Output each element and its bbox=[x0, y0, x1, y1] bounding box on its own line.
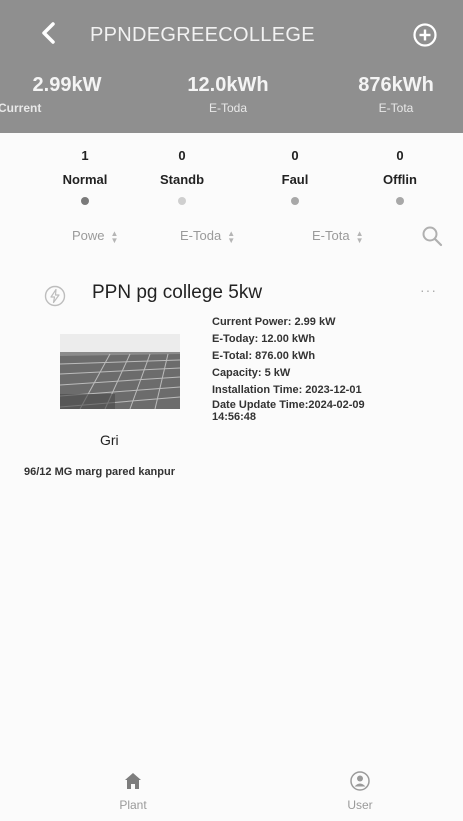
app-screen: PPNDEGREECOLLEGE 2.99kW Current 12.0kWh … bbox=[0, 0, 463, 821]
update-time-clock: 14:56:48 bbox=[212, 411, 257, 423]
energy-total-value: 876kWh bbox=[358, 74, 434, 96]
plant-details: Current Power: 2.99 kW E-Today: 12.00 kW… bbox=[212, 314, 365, 423]
energy-today-label: E-Toda bbox=[208, 101, 248, 115]
home-icon bbox=[122, 770, 144, 792]
sort-arrows-icon: ▲ ▼ bbox=[227, 228, 236, 245]
status-filter-normal[interactable]: 1 Normal bbox=[35, 148, 135, 205]
current-power-detail: Current Power: 2.99 kW bbox=[212, 316, 336, 328]
sort-arrows-icon: ▲ ▼ bbox=[110, 228, 119, 245]
user-icon bbox=[349, 770, 371, 792]
status-filter-standby[interactable]: 0 Standb bbox=[132, 148, 232, 205]
energy-today-stat: 12.0kWh E-Toda bbox=[168, 74, 288, 115]
energy-today-value: 12.0kWh bbox=[187, 74, 269, 96]
sort-energy-total[interactable]: E-Tota ▲ ▼ bbox=[312, 228, 364, 244]
status-dot-icon bbox=[396, 197, 404, 205]
sort-label: Powe bbox=[72, 228, 105, 243]
status-label: Standb bbox=[159, 172, 205, 187]
nav-label: Plant bbox=[119, 798, 147, 812]
status-dot-icon bbox=[178, 197, 186, 205]
nav-user[interactable]: User bbox=[320, 770, 400, 812]
plant-photo bbox=[60, 334, 180, 409]
current-power-value: 2.99kW bbox=[32, 74, 102, 96]
energy-today-detail: E-Today: 12.00 kWh bbox=[212, 333, 316, 345]
sort-arrows-icon: ▲ ▼ bbox=[355, 228, 364, 245]
status-count: 0 bbox=[396, 148, 404, 163]
page-title: PPNDEGREECOLLEGE bbox=[90, 24, 315, 46]
sort-power[interactable]: Powe ▲ ▼ bbox=[72, 228, 118, 244]
current-power-stat: 2.99kW Current bbox=[0, 74, 122, 115]
plant-address: 96/12 MG marg pared kanpur bbox=[24, 466, 175, 478]
plant-name: PPN pg college 5kw bbox=[92, 282, 263, 303]
current-power-label: Current bbox=[0, 101, 42, 115]
status-count: 0 bbox=[178, 148, 186, 163]
sort-energy-today[interactable]: E-Toda ▲ ▼ bbox=[180, 228, 235, 244]
nav-plant[interactable]: Plant bbox=[93, 770, 173, 812]
sort-label: E-Toda bbox=[180, 228, 222, 243]
add-plant-icon[interactable] bbox=[410, 20, 440, 50]
status-label: Faul bbox=[281, 172, 309, 187]
status-count: 1 bbox=[81, 148, 89, 163]
more-options-icon[interactable]: ··· bbox=[420, 282, 437, 298]
status-filter-fault[interactable]: 0 Faul bbox=[245, 148, 345, 205]
plant-card[interactable]: PPN pg college 5kw ··· Gri Current Power… bbox=[0, 270, 463, 485]
top-bar: PPNDEGREECOLLEGE bbox=[0, 0, 463, 70]
energy-total-label: E-Tota bbox=[378, 101, 414, 115]
capacity-detail: Capacity: 5 kW bbox=[212, 367, 291, 379]
status-dot-icon bbox=[291, 197, 299, 205]
header: PPNDEGREECOLLEGE 2.99kW Current 12.0kWh … bbox=[0, 0, 463, 133]
sort-label: E-Tota bbox=[312, 228, 350, 243]
status-dot-icon bbox=[81, 197, 89, 205]
status-label: Normal bbox=[62, 172, 108, 187]
lightning-icon bbox=[44, 285, 66, 307]
status-filter-offline[interactable]: 0 Offlin bbox=[350, 148, 450, 205]
back-icon[interactable] bbox=[35, 18, 63, 48]
search-icon[interactable] bbox=[420, 224, 444, 248]
summary-stats: 2.99kW Current 12.0kWh E-Toda 876kWh E-T… bbox=[0, 70, 463, 133]
grid-label: Gri bbox=[100, 432, 119, 448]
status-count: 0 bbox=[291, 148, 299, 163]
energy-total-stat: 876kWh E-Tota bbox=[336, 74, 456, 115]
status-label: Offlin bbox=[383, 172, 417, 187]
energy-total-detail: E-Total: 876.00 kWh bbox=[212, 350, 316, 362]
nav-label: User bbox=[347, 798, 373, 812]
installation-time-detail: Installation Time: 2023-12-01 bbox=[212, 384, 362, 396]
